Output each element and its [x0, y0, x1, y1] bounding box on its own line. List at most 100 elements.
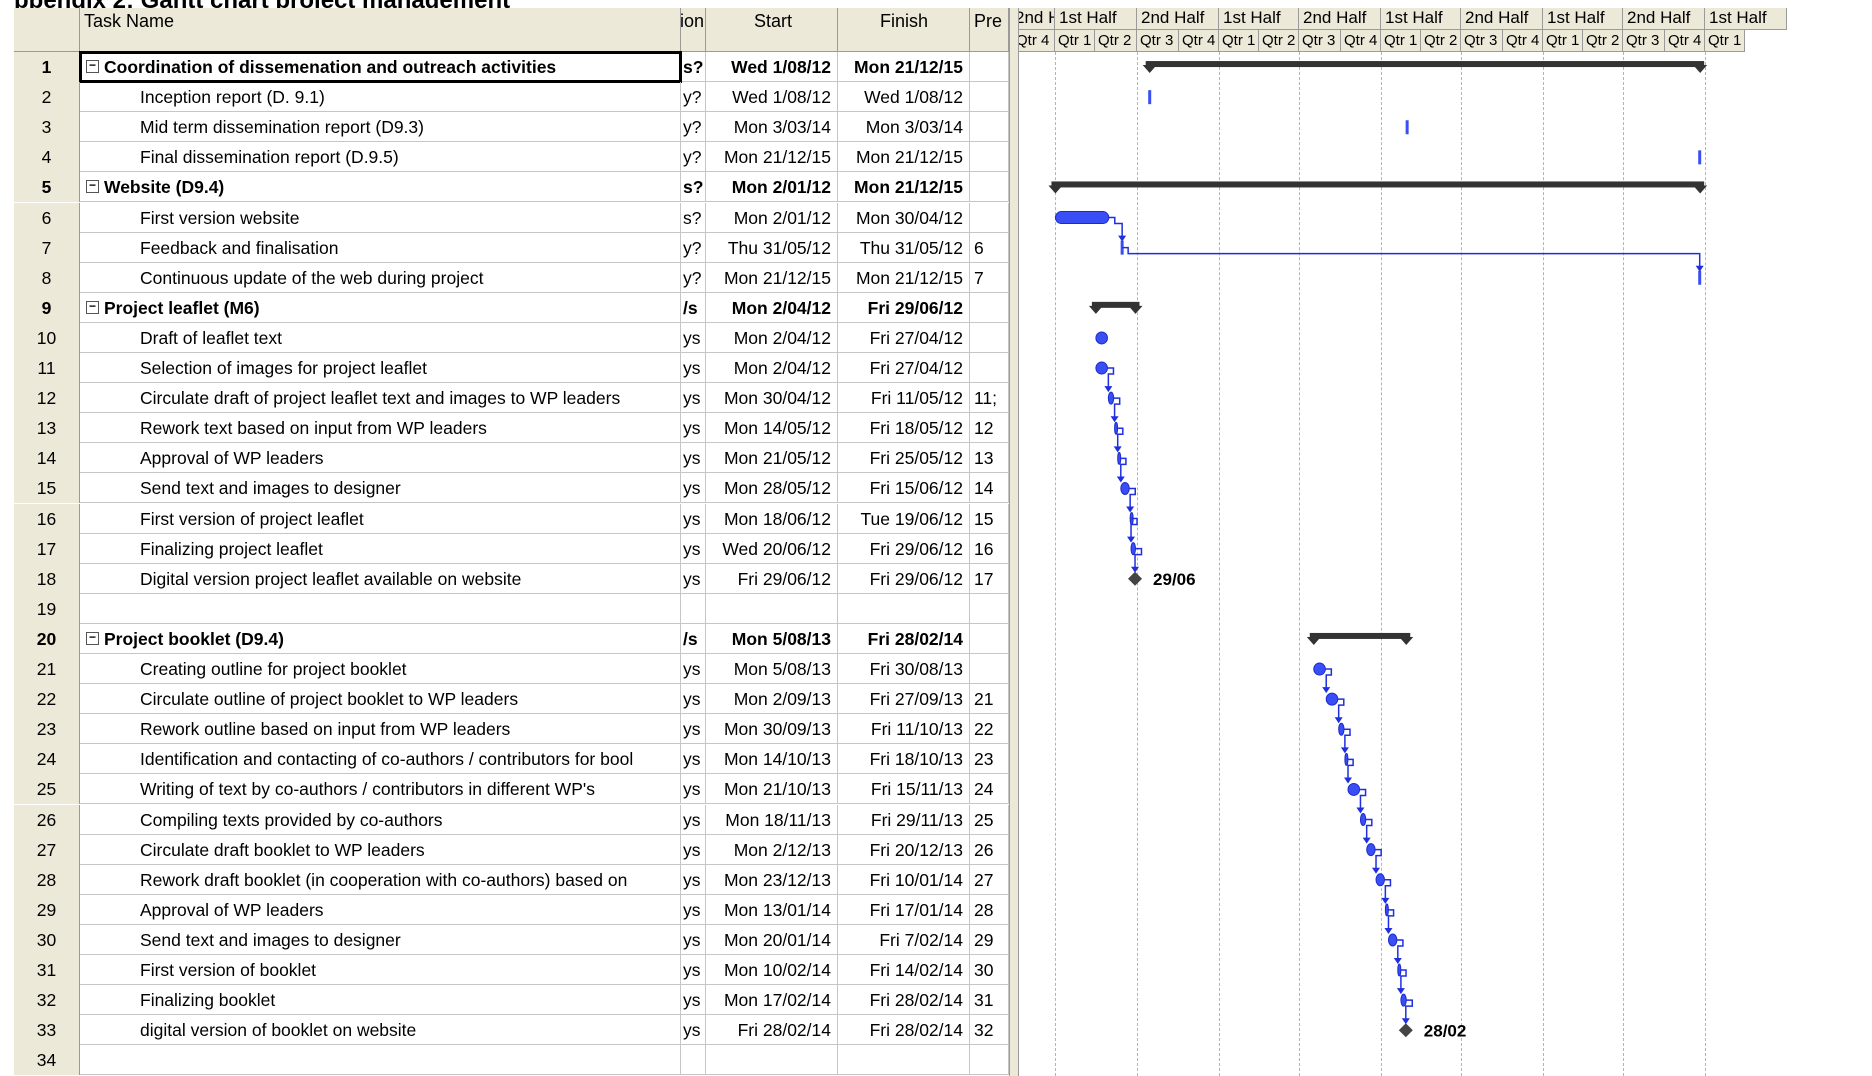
task-row[interactable]: 14 Approval of WP leaders ys Mon 21/05/12 Fr…: [14, 443, 1009, 474]
finish-cell[interactable]: Fri 17/01/14: [838, 894, 970, 925]
predecessors-cell[interactable]: [970, 353, 1009, 383]
finish-cell[interactable]: Mon 3/03/14: [838, 112, 970, 143]
start-cell[interactable]: [706, 593, 838, 624]
predecessors-cell[interactable]: 12: [970, 413, 1009, 444]
task-bar[interactable]: [1338, 722, 1345, 736]
duration-cell[interactable]: s?: [681, 52, 706, 82]
start-cell[interactable]: Wed 1/08/12: [706, 82, 838, 113]
start-cell[interactable]: Mon 30/04/12: [706, 383, 838, 414]
task-row[interactable]: 18 Digital version project leaflet availa…: [14, 563, 1009, 594]
milestone-diamond[interactable]: [1128, 571, 1143, 586]
duration-cell[interactable]: ys: [681, 985, 706, 1016]
task-bar[interactable]: [1107, 391, 1115, 405]
task-name-cell[interactable]: Finalizing project leaflet: [80, 533, 681, 564]
start-cell[interactable]: Fri 28/02/14: [706, 1015, 838, 1046]
task-row[interactable]: 16 First version of project leaflet ys Mon …: [14, 503, 1009, 534]
start-cell[interactable]: Mon 30/09/13: [706, 714, 838, 745]
task-row[interactable]: 27 Circulate draft booklet to WP leaders y…: [14, 834, 1009, 865]
duration-cell[interactable]: ys: [681, 864, 706, 895]
summary-bar-end-cap[interactable]: [1399, 636, 1414, 645]
task-name-cell[interactable]: Send text and images to designer: [80, 924, 681, 955]
predecessors-cell[interactable]: 21: [970, 684, 1009, 715]
task-row[interactable]: 28 Rework draft booklet (in cooperation w…: [14, 864, 1009, 895]
start-cell[interactable]: Fri 29/06/12: [706, 563, 838, 594]
finish-cell[interactable]: Fri 18/05/12: [838, 413, 970, 444]
finish-cell[interactable]: Mon 21/12/15: [838, 52, 970, 82]
start-cell[interactable]: Mon 3/03/14: [706, 112, 838, 143]
start-cell[interactable]: Wed 20/06/12: [706, 533, 838, 564]
task-name-cell[interactable]: Draft of leaflet text: [80, 322, 681, 353]
duration-cell[interactable]: y?: [681, 112, 706, 143]
task-bar[interactable]: [1387, 933, 1398, 947]
predecessors-cell[interactable]: 28: [970, 894, 1009, 925]
task-name-cell[interactable]: Rework outline based on input from WP le…: [80, 714, 681, 745]
predecessors-cell[interactable]: 30: [970, 955, 1009, 985]
finish-cell[interactable]: Tue 19/06/12: [838, 503, 970, 534]
predecessors-cell[interactable]: 25: [970, 804, 1009, 835]
task-row[interactable]: 6 First version website s? Mon 2/01/12 Mon 3…: [14, 202, 1009, 233]
predecessors-cell[interactable]: [970, 593, 1009, 624]
task-name-cell[interactable]: − Project booklet (D9.4): [80, 623, 681, 654]
task-name-cell[interactable]: Circulate outline of project booklet to …: [80, 684, 681, 715]
duration-cell[interactable]: ys: [681, 353, 706, 383]
duration-cell[interactable]: y?: [681, 262, 706, 293]
predecessors-cell[interactable]: [970, 623, 1009, 654]
task-name-cell[interactable]: Identification and contacting of co-auth…: [80, 744, 681, 775]
start-cell[interactable]: Mon 28/05/12: [706, 473, 838, 504]
finish-cell[interactable]: Fri 29/06/12: [838, 563, 970, 594]
row-id[interactable]: 22: [14, 684, 80, 715]
summary-bar[interactable]: [1145, 61, 1705, 68]
milestone-diamond[interactable]: [1398, 1023, 1413, 1038]
row-id[interactable]: 24: [14, 744, 80, 775]
finish-cell[interactable]: Fri 28/02/14: [838, 985, 970, 1016]
finish-cell[interactable]: Fri 14/02/14: [838, 955, 970, 985]
row-id[interactable]: 33: [14, 1015, 80, 1046]
summary-bar-end-cap[interactable]: [1693, 65, 1708, 74]
task-row[interactable]: 19: [14, 593, 1009, 624]
finish-cell[interactable]: Mon 21/12/15: [838, 172, 970, 203]
collapse-toggle-icon[interactable]: −: [86, 631, 99, 645]
task-row[interactable]: 11 Selection of images for project leafle…: [14, 353, 1009, 383]
finish-cell[interactable]: Fri 18/10/13: [838, 744, 970, 775]
column-header-start[interactable]: Start: [706, 8, 838, 52]
predecessors-cell[interactable]: [970, 322, 1009, 353]
predecessors-cell[interactable]: 14: [970, 473, 1009, 504]
start-cell[interactable]: Wed 1/08/12: [706, 52, 838, 82]
predecessors-cell[interactable]: 13: [970, 443, 1009, 474]
task-bar[interactable]: [1359, 813, 1367, 827]
start-cell[interactable]: Mon 23/12/13: [706, 864, 838, 895]
row-id[interactable]: 16: [14, 503, 80, 534]
task-bar[interactable]: [1366, 843, 1376, 857]
task-name-cell[interactable]: Final dissemination report (D.9.5): [80, 142, 681, 173]
row-id[interactable]: 13: [14, 413, 80, 444]
collapse-toggle-icon[interactable]: −: [86, 179, 99, 194]
task-name-cell[interactable]: Selection of images for project leaflet: [80, 353, 681, 383]
predecessors-cell[interactable]: [970, 82, 1009, 113]
finish-cell[interactable]: Mon 21/12/15: [838, 262, 970, 293]
finish-cell[interactable]: Wed 1/08/12: [838, 82, 970, 113]
collapse-toggle-icon[interactable]: −: [86, 300, 99, 314]
start-cell[interactable]: Mon 14/05/12: [706, 413, 838, 444]
row-id[interactable]: 26: [14, 804, 80, 835]
row-id[interactable]: 9: [14, 292, 80, 323]
row-id[interactable]: 5: [14, 172, 80, 203]
task-row[interactable]: 8 Continuous update of the web during pro…: [14, 262, 1009, 293]
start-cell[interactable]: Mon 5/08/13: [706, 654, 838, 684]
task-row[interactable]: 30 Send text and images to designer ys Mon …: [14, 924, 1009, 955]
duration-cell[interactable]: ys: [681, 322, 706, 353]
row-id[interactable]: 1: [14, 52, 80, 82]
predecessors-cell[interactable]: 16: [970, 533, 1009, 564]
row-id[interactable]: 32: [14, 985, 80, 1016]
start-cell[interactable]: Mon 2/04/12: [706, 353, 838, 383]
duration-cell[interactable]: [681, 1045, 706, 1076]
finish-cell[interactable]: Fri 29/06/12: [838, 292, 970, 323]
finish-cell[interactable]: Fri 28/02/14: [838, 623, 970, 654]
predecessors-cell[interactable]: 27: [970, 864, 1009, 895]
task-bar[interactable]: [1325, 692, 1339, 706]
predecessors-cell[interactable]: 23: [970, 744, 1009, 775]
start-cell[interactable]: Mon 2/01/12: [706, 202, 838, 233]
start-cell[interactable]: Mon 5/08/13: [706, 623, 838, 654]
row-id[interactable]: 19: [14, 593, 80, 624]
task-row[interactable]: 5− Website (D9.4) s? Mon 2/01/12 Mon 21/12/1…: [14, 172, 1009, 203]
predecessors-cell[interactable]: [970, 52, 1009, 82]
